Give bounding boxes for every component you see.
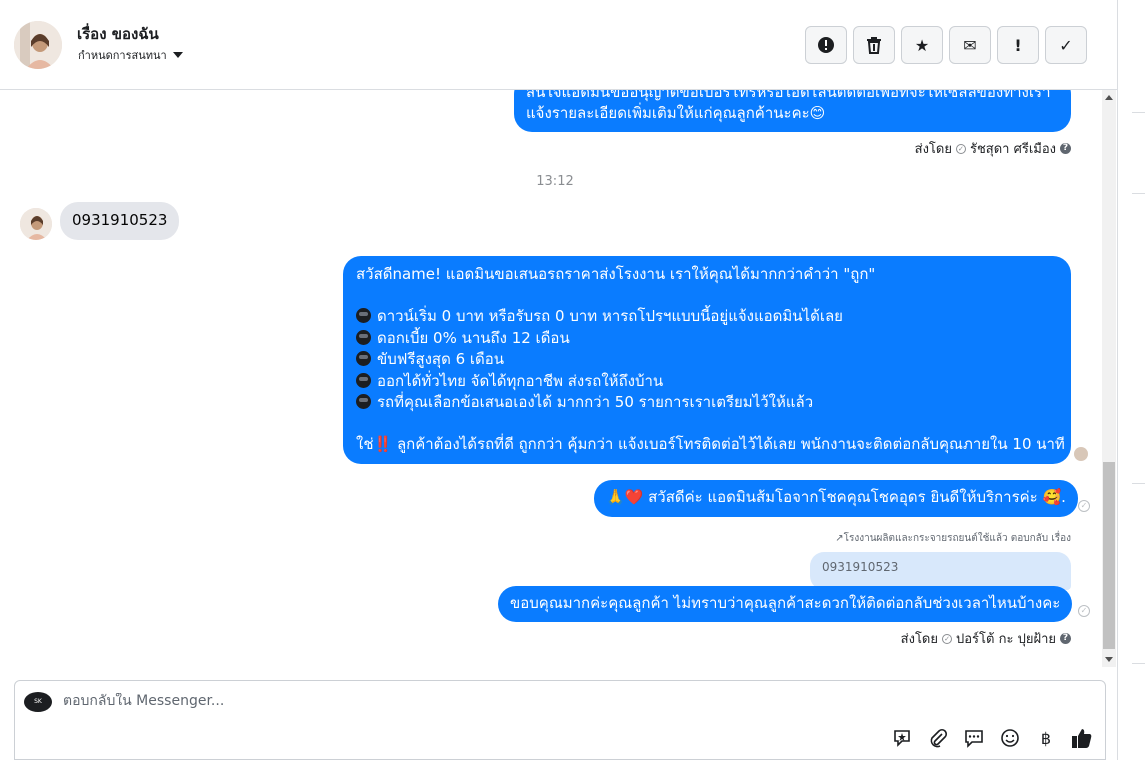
- sent-by-meta: ส่งโดย ✓ รัชสุดา ศรีเมือง ?: [915, 138, 1071, 159]
- sent-by-agent: ปอร์โต้ กะ ปุยฝ้าย: [956, 632, 1056, 647]
- emoji-icon: [356, 308, 371, 324]
- reply-context: ↗โรงงานผลิตและกระจายรถยนต์ใช้แล้ว ตอบกลั…: [835, 533, 1071, 544]
- message-line: สนใจแอดมินขออนุญาตขอเบอร์โทรหรือไอดีไลน์…: [526, 90, 1051, 101]
- emoji-icon: [356, 394, 371, 410]
- quoted-message[interactable]: 0931910523: [810, 552, 1071, 590]
- sent-by-label: ส่งโดย: [914, 142, 952, 157]
- seen-avatar: [1074, 447, 1088, 461]
- saved-replies-button[interactable]: [963, 727, 985, 749]
- scrollbar-thumb[interactable]: [1103, 462, 1115, 649]
- scroll-down-arrow-icon[interactable]: [1105, 657, 1113, 662]
- reply-composer: SK ฿: [14, 680, 1106, 760]
- envelope-icon: ✉: [963, 35, 977, 55]
- divider: [1132, 193, 1145, 194]
- emoji-icon: [356, 372, 371, 388]
- attachment-icon: [930, 728, 948, 748]
- message-line: ดอกเบี้ย 0% นานถึง 12 เดือน: [356, 328, 1058, 349]
- delivered-icon: ✓: [1078, 605, 1090, 617]
- reply-input[interactable]: [63, 693, 763, 709]
- message-line: ดาวน์เริ่ม 0 บาท หรือรับรถ 0 บาท หารถโปร…: [356, 306, 1058, 327]
- page-logo: SK: [24, 692, 52, 712]
- verified-icon: ✓: [942, 633, 952, 644]
- thumbs-up-icon: [1072, 729, 1092, 748]
- star-button[interactable]: ★: [901, 26, 943, 64]
- message-line: ขับฟรีสูงสุด 6 เดือน: [356, 349, 1058, 370]
- sticker-button[interactable]: [891, 727, 913, 749]
- message-outgoing-promo[interactable]: สวัสดีname! แอดมินขอเสนอรถราคาส่งโรงงาน …: [343, 256, 1071, 464]
- conversation-status-dropdown[interactable]: กำหนดการสนทนา: [78, 46, 183, 64]
- message-line: รถที่คุณเลือกข้อเสนอเองได้ มากกว่า 50 รา…: [356, 392, 1058, 413]
- attach-button[interactable]: [927, 727, 949, 749]
- emoji-icon: [356, 329, 371, 345]
- divider: [1132, 112, 1145, 113]
- sent-by-meta: ส่งโดย ✓ ปอร์โต้ กะ ปุยฝ้าย ?: [901, 628, 1071, 649]
- exclamation-icon: !: [1014, 35, 1022, 55]
- conversation-status-label: กำหนดการสนทนา: [78, 49, 167, 62]
- help-icon[interactable]: ?: [1060, 143, 1071, 154]
- right-sidebar-edge: [1118, 0, 1145, 760]
- message-outgoing-greeting[interactable]: 🙏❤️ สวัสดีค่ะ แอดมินส้มโอจากโชคคุณโชคอุด…: [594, 480, 1078, 517]
- sent-by-label: ส่งโดย: [900, 632, 938, 647]
- message-outgoing[interactable]: สนใจแอดมินขออนุญาตขอเบอร์โทรหรือไอดีไลน์…: [514, 90, 1071, 132]
- divider: [1132, 483, 1145, 484]
- mark-unread-button[interactable]: ✉: [949, 26, 991, 64]
- exclamation-circle-icon: [818, 37, 834, 53]
- chat-bubbles-icon: [965, 730, 983, 748]
- message-incoming[interactable]: 0931910523: [60, 202, 180, 240]
- like-button[interactable]: [1071, 727, 1093, 749]
- message-line: ออกได้ทั่วไทย จัดได้ทุกอาชีพ ส่งรถให้ถึง…: [356, 371, 1058, 392]
- divider: [1132, 663, 1145, 664]
- message-line: ใช่‼️ ลูกค้าต้องได้รถที่ดี ถูกกว่า คุ้มก…: [356, 435, 1065, 454]
- contact-name: เรื่อง ของฉัน: [77, 25, 159, 43]
- conversation-panel: เรื่อง ของฉัน กำหนดการสนทนา ★ ✉ ! ✓ สนใจ…: [0, 0, 1118, 760]
- composer-tools: ฿: [891, 727, 1093, 749]
- message-thread: สนใจแอดมินขออนุญาตขอเบอร์โทรหรือไอดีไลน์…: [0, 90, 1102, 667]
- emoji-button[interactable]: [999, 727, 1021, 749]
- baht-icon: ฿: [1040, 728, 1052, 748]
- mark-done-button[interactable]: ✓: [1045, 26, 1087, 64]
- smiley-icon: [1001, 729, 1019, 747]
- verified-icon: ✓: [955, 143, 966, 154]
- delete-button[interactable]: [853, 26, 895, 64]
- thread-scrollbar[interactable]: [1102, 90, 1116, 667]
- inbox-app: เรื่อง ของฉัน กำหนดการสนทนา ★ ✉ ! ✓ สนใจ…: [0, 0, 1145, 760]
- trash-icon: [867, 37, 881, 54]
- conversation-header: เรื่อง ของฉัน กำหนดการสนทนา ★ ✉ ! ✓: [0, 0, 1118, 90]
- scroll-up-arrow-icon[interactable]: [1105, 95, 1113, 100]
- delivered-icon: ✓: [1078, 500, 1090, 512]
- message-line: แจ้งรายละเอียดเพิ่มเติมให้แก่คุณลูกค้านะ…: [526, 104, 826, 123]
- header-actions: ★ ✉ ! ✓: [805, 26, 1087, 64]
- mark-spam-button[interactable]: [805, 26, 847, 64]
- help-icon[interactable]: ?: [1060, 633, 1071, 644]
- message-outgoing-thanks[interactable]: ขอบคุณมากค่ะคุณลูกค้า ไม่ทราบว่าคุณลูกค้…: [498, 586, 1073, 622]
- message-line: สวัสดีname! แอดมินขอเสนอรถราคาส่งโรงงาน …: [356, 265, 876, 283]
- sticker-icon: [894, 730, 910, 747]
- emoji-icon: [356, 351, 371, 367]
- sent-by-agent: รัชสุดา ศรีเมือง: [969, 142, 1056, 157]
- payment-button[interactable]: ฿: [1035, 727, 1057, 749]
- star-icon: ★: [914, 35, 930, 55]
- checkmark-icon: ✓: [1059, 35, 1073, 55]
- caret-down-icon: [172, 52, 183, 58]
- follow-up-button[interactable]: !: [997, 26, 1039, 64]
- contact-avatar-small: [20, 208, 52, 240]
- contact-avatar[interactable]: [14, 21, 62, 69]
- message-timestamp: 13:12: [536, 174, 574, 189]
